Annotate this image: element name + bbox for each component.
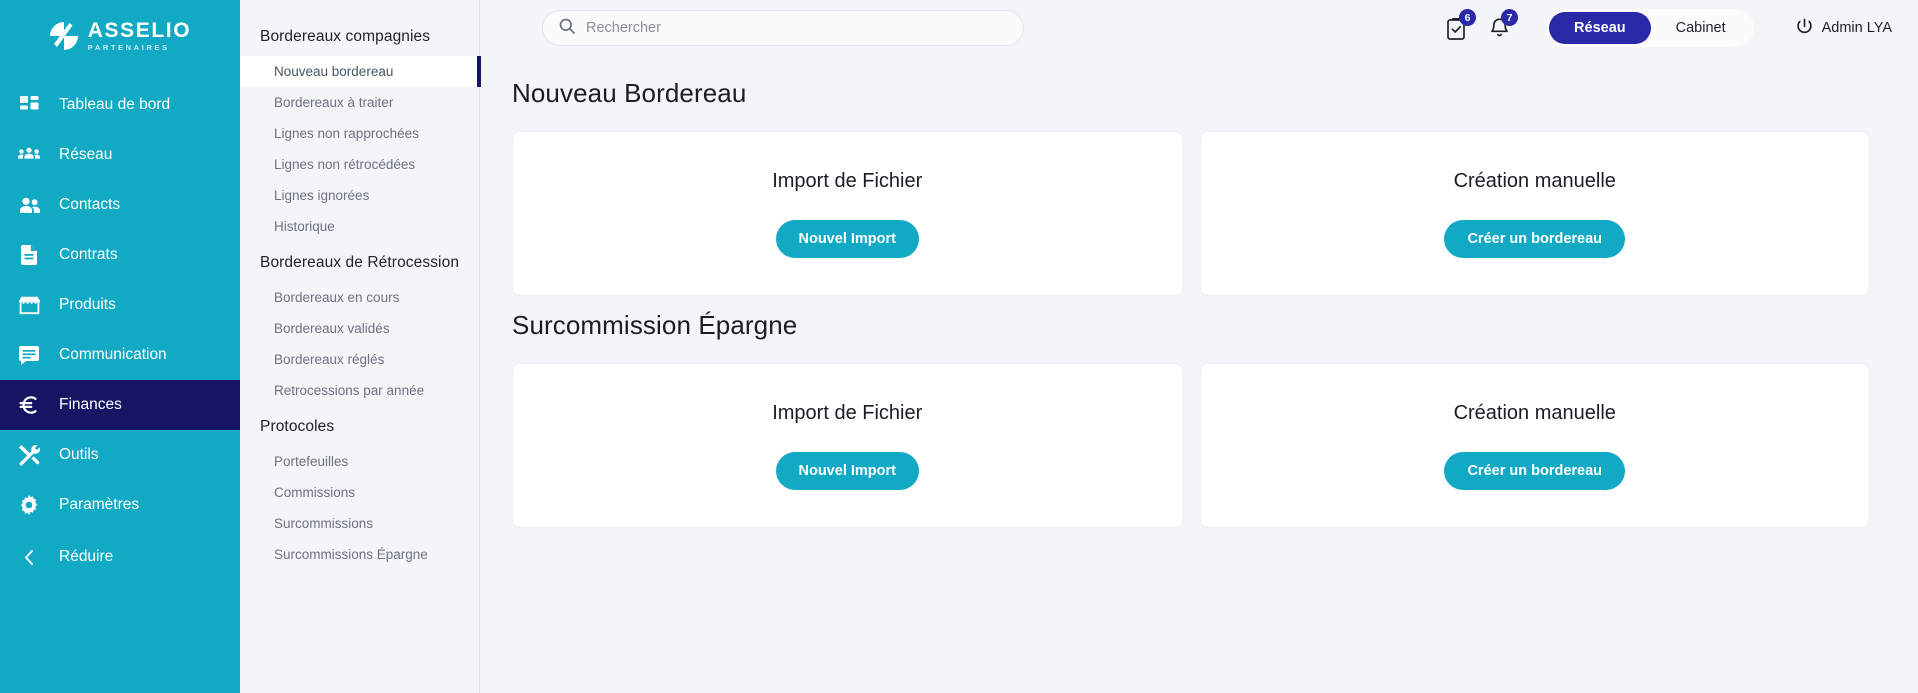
secondary-sidebar: Bordereaux compagnies Nouveau bordereau …	[240, 0, 481, 693]
contacts-people-icon	[16, 192, 42, 218]
primary-sidebar: ASSELIO PARTENAIRES Tableau de bord Rése…	[0, 0, 240, 693]
sidebar-item-reseau[interactable]: Réseau	[0, 130, 240, 180]
subpanel-item-bordereaux-en-cours[interactable]: Bordereaux en cours	[240, 282, 479, 313]
card-creation-manuelle: Création manuelle Créer un bordereau	[1199, 131, 1870, 296]
card-title: Import de Fichier	[772, 169, 923, 192]
message-icon	[16, 342, 42, 368]
creer-un-bordereau-epargne-button[interactable]: Créer un bordereau	[1444, 451, 1626, 490]
subpanel-item-retrocessions-par-annee[interactable]: Retrocessions par année	[240, 375, 479, 406]
document-icon	[16, 242, 42, 268]
sidebar-item-label: Outils	[59, 446, 99, 463]
nouvel-import-epargne-button[interactable]: Nouvel Import	[775, 451, 919, 490]
sidebar-item-produits[interactable]: Produits	[0, 280, 240, 330]
subpanel-item-historique[interactable]: Historique	[240, 211, 479, 242]
brand-name: ASSELIO	[87, 19, 192, 43]
subpanel-item-lignes-non-rapprochees[interactable]: Lignes non rapprochées	[240, 118, 479, 149]
header-actions: 6 7 Réseau Cabinet Admin LYA	[1436, 8, 1892, 48]
subpanel-group-title: Protocoles	[260, 418, 335, 435]
sidebar-collapse-button[interactable]: Réduire	[0, 532, 240, 582]
user-menu[interactable]: Admin LYA	[1796, 18, 1892, 39]
subpanel-group-title: Bordereaux de Rétrocession	[260, 254, 460, 271]
section-title-surcommission-epargne: Surcommission Épargne	[512, 310, 798, 340]
notifications-button[interactable]: 7	[1478, 8, 1520, 48]
sidebar-item-label: Réseau	[59, 146, 113, 163]
gear-icon	[16, 492, 42, 518]
subpanel-item-commissions[interactable]: Commissions	[240, 477, 479, 508]
subpanel-item-portefeuilles[interactable]: Portefeuilles	[240, 446, 479, 477]
subpanel-item-bordereaux-a-traiter[interactable]: Bordereaux à traiter	[240, 87, 479, 118]
network-people-icon	[16, 142, 42, 168]
dashboard-grid-icon	[16, 92, 42, 118]
section-cards-surcommission-epargne: Import de Fichier Nouvel Import Création…	[512, 363, 1870, 528]
app-root: ASSELIO PARTENAIRES Tableau de bord Rése…	[0, 0, 1918, 693]
subpanel-item-nouveau-bordereau[interactable]: Nouveau bordereau	[240, 56, 481, 87]
top-header: 6 7 Réseau Cabinet	[480, 0, 1918, 56]
user-name: Admin LYA	[1821, 20, 1892, 36]
sidebar-item-label: Paramètres	[59, 496, 140, 513]
chevron-left-icon	[16, 544, 42, 570]
sidebar-item-label: Tableau de bord	[59, 96, 171, 113]
nouvel-import-button[interactable]: Nouvel Import	[775, 219, 919, 258]
search-box[interactable]	[542, 10, 1024, 46]
subpanel-item-bordereaux-valides[interactable]: Bordereaux validés	[240, 313, 479, 344]
sidebar-item-outils[interactable]: Outils	[0, 430, 240, 480]
sidebar-item-label: Communication	[59, 346, 167, 363]
asselio-logo-icon	[49, 21, 79, 51]
sidebar-item-communication[interactable]: Communication	[0, 330, 240, 380]
card-import-fichier: Import de Fichier Nouvel Import	[512, 131, 1183, 296]
creer-un-bordereau-button[interactable]: Créer un bordereau	[1444, 219, 1626, 258]
sidebar-item-label: Finances	[59, 396, 122, 413]
search-icon	[559, 18, 575, 39]
scope-toggle: Réseau Cabinet	[1546, 9, 1754, 47]
card-title: Création manuelle	[1453, 169, 1616, 192]
subpanel-group-title: Bordereaux compagnies	[260, 28, 431, 45]
sidebar-item-label: Contacts	[59, 196, 121, 213]
main-content: Nouveau Bordereau Import de Fichier Nouv…	[480, 56, 1918, 693]
brand-logo[interactable]: ASSELIO PARTENAIRES	[0, 0, 240, 72]
sidebar-item-label: Réduire	[59, 548, 114, 565]
card-creation-manuelle-epargne: Création manuelle Créer un bordereau	[1199, 363, 1870, 528]
card-title: Création manuelle	[1453, 401, 1616, 424]
subpanel-item-lignes-ignorees[interactable]: Lignes ignorées	[240, 180, 479, 211]
sidebar-item-finances[interactable]: Finances	[0, 380, 240, 430]
sidebar-item-label: Produits	[59, 296, 116, 313]
tasks-button[interactable]: 6	[1436, 8, 1478, 48]
page-title: Nouveau Bordereau	[512, 78, 747, 108]
sidebar-item-contrats[interactable]: Contrats	[0, 230, 240, 280]
card-title: Import de Fichier	[772, 401, 923, 424]
tools-icon	[16, 442, 42, 468]
subpanel-item-bordereaux-regles[interactable]: Bordereaux réglés	[240, 344, 479, 375]
subpanel-item-lignes-non-retrocedees[interactable]: Lignes non rétrocédées	[240, 149, 479, 180]
store-icon	[16, 292, 42, 318]
sidebar-nav: Tableau de bord Réseau Contacts Contrats…	[0, 80, 240, 582]
sidebar-item-contacts[interactable]: Contacts	[0, 180, 240, 230]
euro-icon	[16, 392, 42, 418]
sidebar-item-tableau-de-bord[interactable]: Tableau de bord	[0, 80, 240, 130]
scope-toggle-cabinet[interactable]: Cabinet	[1651, 12, 1751, 44]
content-column: 6 7 Réseau Cabinet	[480, 0, 1918, 693]
tasks-badge: 6	[1459, 9, 1477, 26]
scope-toggle-reseau[interactable]: Réseau	[1549, 12, 1651, 44]
sidebar-item-label: Contrats	[59, 246, 118, 263]
section-cards-nouveau-bordereau: Import de Fichier Nouvel Import Création…	[512, 131, 1870, 296]
sidebar-item-parametres[interactable]: Paramètres	[0, 480, 240, 530]
card-import-fichier-epargne: Import de Fichier Nouvel Import	[512, 363, 1183, 528]
notifications-badge: 7	[1501, 9, 1519, 26]
subpanel-item-surcommissions-epargne[interactable]: Surcommissions Épargne	[240, 539, 479, 570]
subpanel-item-surcommissions[interactable]: Surcommissions	[240, 508, 479, 539]
brand-tagline: PARTENAIRES	[87, 43, 170, 53]
power-icon	[1796, 18, 1813, 39]
search-input[interactable]	[586, 20, 1007, 36]
